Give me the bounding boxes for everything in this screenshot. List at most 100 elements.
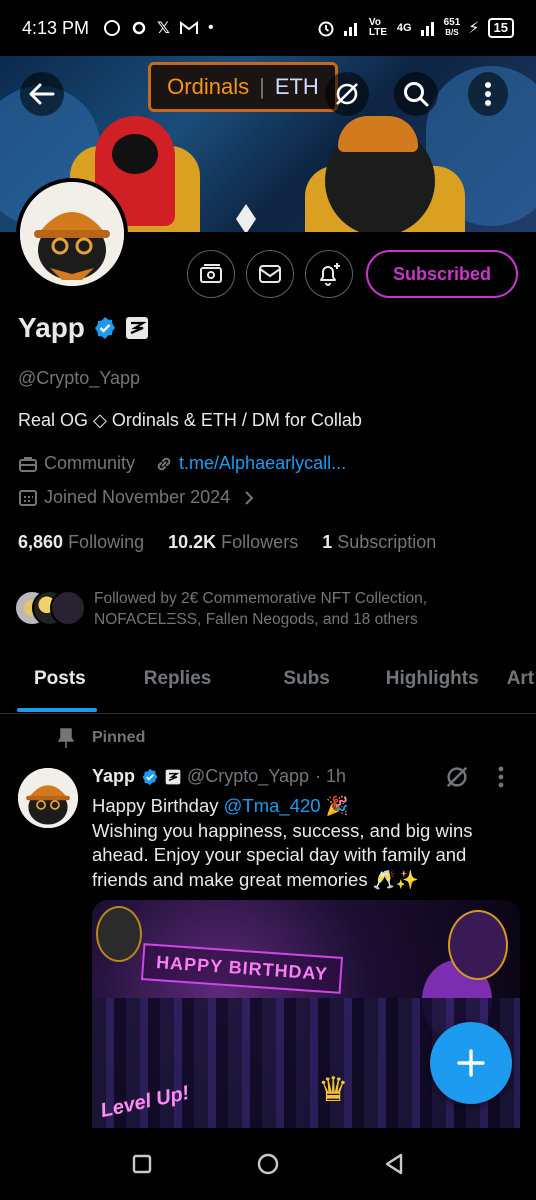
tab-posts[interactable]: Posts <box>0 656 114 713</box>
back-button[interactable] <box>20 72 64 116</box>
subscriptions-label: Subscription <box>337 532 437 552</box>
post-author-avatar[interactable] <box>18 768 78 828</box>
pin-icon <box>58 728 74 748</box>
profile-link[interactable]: t.me/Alphaearlycall... <box>179 453 346 474</box>
followers-count: 10.2K <box>168 532 217 552</box>
post-emoji: 🎉 <box>320 795 349 816</box>
verified-badge-icon <box>93 316 117 340</box>
more-vertical-icon <box>498 766 504 788</box>
post-text-body: Wishing you happiness, success, and big … <box>92 819 473 890</box>
envelope-icon <box>259 265 281 283</box>
profile-bio: Real OG ◇ Ordinals & ETH / DM for Collab <box>18 410 362 430</box>
pinned-label: Pinned <box>92 729 146 746</box>
arrow-left-icon <box>29 83 55 105</box>
alarm-icon <box>317 19 335 37</box>
avatar-image <box>20 182 124 286</box>
banner-sign: Ordinals | ETH <box>148 62 338 112</box>
followers-label: Followers <box>221 532 299 552</box>
tab-replies[interactable]: Replies <box>114 656 250 713</box>
dot-icon: • <box>207 19 214 36</box>
post-grok-button[interactable] <box>444 764 470 790</box>
image-birthday-banner: HAPPY BIRTHDAY <box>140 943 344 994</box>
post-author-name[interactable]: Yapp <box>92 766 135 787</box>
speed-label: 651 B/S <box>444 18 461 38</box>
followed-by-text: Followed by 2€ Commemorative NFT Collect… <box>94 590 428 628</box>
subscriptions-stat[interactable]: 1 Subscription <box>322 532 436 553</box>
profile-meta-joined: Joined November 2024 <box>18 487 254 508</box>
post-header: Yapp @Crypto_Yapp · 1h <box>92 766 346 787</box>
tab-articles[interactable]: Art <box>499 656 536 713</box>
more-vertical-icon <box>485 82 491 106</box>
grok-icon <box>336 83 358 105</box>
crown-icon: ♛ <box>318 1071 349 1109</box>
compose-post-button[interactable] <box>430 1022 512 1104</box>
system-back-button[interactable] <box>383 1152 405 1176</box>
post-author-handle: @Crypto_Yapp <box>187 766 310 786</box>
whatsapp-icon <box>103 19 121 37</box>
network-label: 4G <box>396 22 412 34</box>
threads-icon <box>131 20 147 36</box>
followed-by-row[interactable]: Followed by 2€ Commemorative NFT Collect… <box>14 588 474 630</box>
follower-avatar-3 <box>50 590 86 626</box>
sign-right-text: ETH <box>274 74 319 99</box>
affiliate-badge-icon <box>165 769 181 785</box>
profile-tabs: Posts Replies Subs Highlights Art <box>0 656 536 714</box>
post-time: · 1h <box>315 766 347 786</box>
affiliate-badge-icon[interactable] <box>125 316 149 340</box>
pinned-label-row: Pinned <box>58 728 145 748</box>
profile-handle: @Crypto_Yapp <box>18 368 141 388</box>
profile-meta-category: Community t.me/Alphaearlycall... <box>18 453 346 474</box>
tab-subs[interactable]: Subs <box>249 656 367 713</box>
grok-icon <box>446 766 468 788</box>
subscriptions-count: 1 <box>322 532 333 552</box>
chevron-right-icon[interactable] <box>244 490 254 506</box>
calendar-icon <box>18 489 38 507</box>
triangle-back-icon <box>385 1153 402 1175</box>
tab-highlights[interactable]: Highlights <box>368 656 499 713</box>
volte-label: Vo LTE <box>368 17 388 38</box>
bell-plus-icon <box>320 263 340 286</box>
profile-joined: Joined November 2024 <box>44 487 231 507</box>
plus-icon <box>457 1049 485 1077</box>
battery-level: 15 <box>487 18 514 38</box>
post-text: Happy Birthday @Tma_420 🎉 Wishing you ha… <box>92 794 502 892</box>
followers-stat[interactable]: 10.2K Followers <box>168 532 298 553</box>
verified-badge-icon <box>141 768 159 786</box>
gmail-icon <box>179 21 198 35</box>
author-avatar-image <box>18 768 78 828</box>
tip-button[interactable] <box>187 250 235 298</box>
notify-button[interactable] <box>305 250 353 298</box>
grok-button[interactable] <box>325 72 369 116</box>
status-time: 4:13 PM <box>22 17 90 38</box>
status-right: Vo LTE 4G 651 B/S ⚡ 15 <box>317 18 514 38</box>
search-button[interactable] <box>394 72 438 116</box>
following-count: 6,860 <box>18 532 64 552</box>
notification-icons: 𝕏 • <box>103 18 214 38</box>
status-bar: 4:13 PM 𝕏 • Vo LTE 4G 651 B/S ⚡ 15 <box>0 0 536 56</box>
profile-category: Community <box>44 453 136 473</box>
signal-icon <box>343 20 361 36</box>
circle-icon <box>257 1153 279 1175</box>
subscribed-button[interactable]: Subscribed <box>366 250 518 298</box>
home-button[interactable] <box>256 1152 280 1176</box>
recents-button[interactable] <box>131 1153 153 1175</box>
follower-avatars <box>14 588 86 628</box>
following-stat[interactable]: 6,860 Following <box>18 532 144 553</box>
profile-stats: 6,860 Following 10.2K Followers 1 Subscr… <box>18 532 436 553</box>
more-options-button[interactable] <box>468 72 508 116</box>
signal2-icon <box>420 20 436 36</box>
post-more-button[interactable] <box>498 766 504 788</box>
following-label: Following <box>68 532 145 552</box>
post-text-line1: Happy Birthday <box>92 795 224 816</box>
profile-name: Yapp <box>18 312 85 343</box>
search-icon <box>404 82 429 107</box>
link-icon <box>155 455 173 473</box>
message-button[interactable] <box>246 250 294 298</box>
briefcase-icon <box>18 455 38 473</box>
post-mention[interactable]: @Tma_420 <box>224 795 321 816</box>
profile-avatar[interactable] <box>16 178 128 290</box>
profile-name-row: Yapp <box>18 312 149 344</box>
system-nav-bar <box>0 1128 536 1200</box>
money-icon <box>200 264 222 283</box>
sign-left-text: Ordinals <box>167 74 250 99</box>
